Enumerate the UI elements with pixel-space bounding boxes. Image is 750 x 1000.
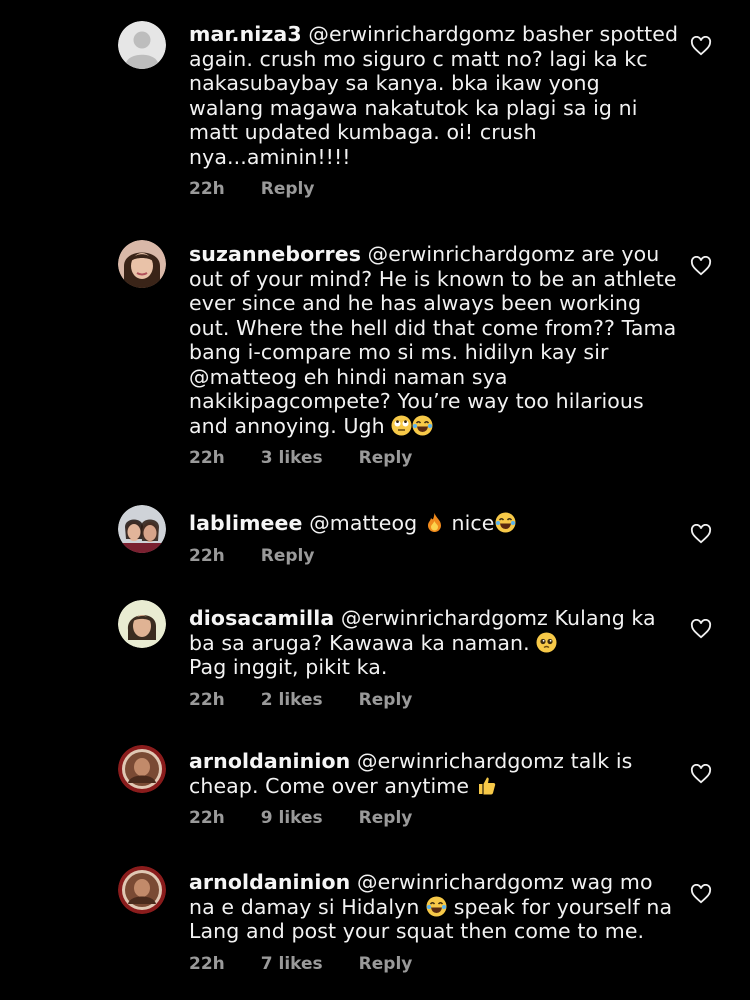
comment-time: 22h — [189, 808, 225, 828]
comment-time: 22h — [189, 545, 225, 566]
fire-emoji-icon — [424, 512, 445, 533]
pleading-emoji-icon — [536, 632, 557, 653]
comment-time: 22h — [189, 448, 225, 468]
comment-body: @matteog — [309, 511, 418, 535]
laughing-emoji-icon — [426, 896, 447, 917]
heart-icon[interactable] — [690, 36, 712, 56]
reply-button[interactable]: Reply — [359, 690, 413, 710]
comment-username[interactable]: arnoldaninion — [189, 749, 350, 773]
comment-meta: 22h 9 likes Reply — [189, 808, 679, 828]
comment-meta: 22h 3 likes Reply — [189, 448, 679, 468]
user-avatar[interactable] — [118, 505, 166, 553]
laughing-emoji-icon — [495, 512, 516, 533]
user-avatar[interactable] — [118, 600, 166, 648]
comment-username[interactable]: diosacamilla — [189, 606, 334, 630]
comment-username[interactable]: lablimeee — [189, 511, 303, 535]
user-avatar[interactable] — [118, 745, 166, 793]
heart-icon[interactable] — [690, 764, 712, 784]
laughing-emoji-icon — [412, 415, 433, 436]
user-avatar[interactable] — [118, 866, 166, 914]
comment-username[interactable]: mar.niza3 — [189, 22, 302, 46]
comment-body: @erwinrichardgomz are you out of your mi… — [189, 242, 677, 438]
likes-count[interactable]: 3 likes — [261, 448, 323, 468]
comment-time: 22h — [189, 953, 225, 974]
comment-body-line2: Pag inggit, pikit ka. — [189, 655, 388, 679]
user-avatar[interactable] — [118, 240, 166, 288]
comment-meta: 22h Reply — [189, 546, 679, 566]
comment-text: lablimeee @matteog nice — [189, 511, 679, 536]
comment-text: arnoldaninion @erwinrichardgomz wag mo n… — [189, 870, 679, 944]
reply-button[interactable]: Reply — [359, 808, 413, 828]
comment-text: arnoldaninion @erwinrichardgomz talk is … — [189, 749, 679, 798]
comment-text: diosacamilla @erwinrichardgomz Kulang ka… — [189, 606, 679, 680]
heart-icon[interactable] — [690, 619, 712, 639]
eye-roll-emoji-icon — [391, 415, 412, 436]
thumbs-up-emoji-icon — [476, 775, 497, 796]
comment-meta: 22h Reply — [189, 179, 679, 199]
reply-button[interactable]: Reply — [261, 546, 315, 566]
likes-count[interactable]: 7 likes — [261, 954, 323, 974]
comment-meta: 22h 7 likes Reply — [189, 954, 679, 974]
comment-username[interactable]: arnoldaninion — [189, 870, 350, 894]
likes-count[interactable]: 2 likes — [261, 690, 323, 710]
default-avatar-icon[interactable] — [118, 21, 166, 69]
heart-icon[interactable] — [690, 524, 712, 544]
reply-button[interactable]: Reply — [359, 448, 413, 468]
comment-time: 22h — [189, 689, 225, 710]
comment-text: suzanneborres @erwinrichardgomz are you … — [189, 242, 679, 438]
comment-time: 22h — [189, 179, 225, 199]
comment-username[interactable]: suzanneborres — [189, 242, 361, 266]
comment-text: mar.niza3 @erwinrichardgomz basher spott… — [189, 22, 679, 169]
heart-icon[interactable] — [690, 884, 712, 904]
reply-button[interactable]: Reply — [359, 954, 413, 974]
heart-icon[interactable] — [690, 256, 712, 276]
likes-count[interactable]: 9 likes — [261, 808, 323, 828]
comment-meta: 22h 2 likes Reply — [189, 690, 679, 710]
comment-body-cont: nice — [451, 511, 495, 535]
reply-button[interactable]: Reply — [261, 179, 315, 199]
